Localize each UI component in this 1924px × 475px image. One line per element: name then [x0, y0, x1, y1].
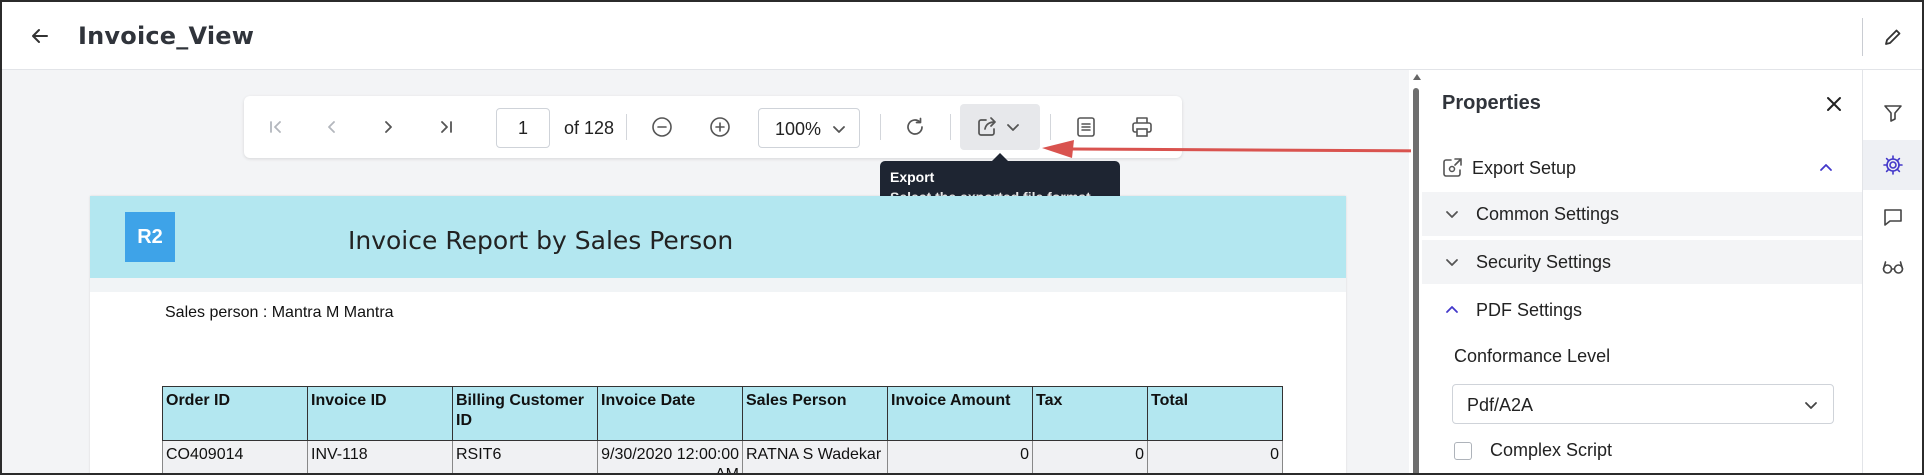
tooltip-title: Export	[890, 169, 935, 185]
chevron-up-icon	[1820, 164, 1832, 171]
next-page-icon	[385, 121, 392, 133]
last-page-icon	[441, 121, 452, 133]
chevron-down-icon	[1446, 259, 1458, 266]
column-header: Invoice ID	[307, 386, 453, 441]
back-button[interactable]	[26, 22, 54, 50]
report-logo: R2	[125, 212, 175, 262]
common-settings-section[interactable]: Common Settings	[1422, 192, 1862, 236]
complex-script-checkbox[interactable]	[1454, 442, 1472, 460]
zoom-in-icon	[710, 117, 730, 137]
zoom-out-button[interactable]	[642, 108, 682, 146]
conformance-level-label: Conformance Level	[1454, 346, 1611, 366]
prev-page-button[interactable]	[312, 108, 352, 146]
report-header-banner: R2 Invoice Report by Sales Person	[90, 196, 1346, 278]
table-cell: RATNA S Wadekar	[742, 440, 888, 473]
chevron-down-icon	[833, 126, 845, 133]
column-header: Total	[1147, 386, 1283, 441]
scrollbar-thumb[interactable]	[1413, 88, 1419, 473]
pdf-settings-section[interactable]: PDF Settings	[1422, 288, 1862, 332]
comments-button[interactable]	[1863, 192, 1922, 242]
chevron-down-icon	[1007, 124, 1019, 131]
close-icon	[1827, 97, 1841, 111]
table-row: CO409014 INV-118 RSIT6 9/30/2020 12:00:0…	[162, 440, 1283, 473]
column-header: Order ID	[162, 386, 308, 441]
complex-script-label: Complex Script	[1490, 440, 1613, 460]
tooltip-arrow	[992, 153, 1008, 161]
toolbar-divider	[1050, 114, 1051, 140]
report-spacer	[90, 278, 1346, 292]
edit-button[interactable]	[1880, 24, 1906, 50]
sales-person-label: Sales person : Mantra M Mantra	[165, 304, 394, 321]
refresh-button[interactable]	[895, 108, 935, 146]
toolbar-divider	[626, 114, 627, 140]
column-header: Billing Customer ID	[452, 386, 598, 441]
app-window: Invoice_View 1 of 128 100% Export R2 Inv…	[0, 0, 1924, 475]
next-page-button[interactable]	[368, 108, 408, 146]
comment-icon	[1884, 209, 1902, 226]
properties-button[interactable]	[1863, 140, 1922, 190]
export-setup-label: Export Setup	[1472, 158, 1577, 178]
pencil-icon	[1885, 29, 1901, 45]
toolbar-divider	[950, 114, 951, 140]
first-page-icon	[270, 121, 281, 133]
conformance-level-select[interactable]: Pdf/A2A	[1452, 384, 1834, 424]
chevron-down-icon	[1446, 211, 1458, 218]
glasses-icon	[1882, 261, 1904, 274]
zoom-select[interactable]: 100%	[758, 108, 860, 148]
prev-page-icon	[328, 121, 335, 133]
report-page: R2 Invoice Report by Sales Person Sales …	[90, 196, 1346, 473]
properties-panel: Properties Export Setup Common Settings …	[1422, 74, 1862, 473]
export-icon	[978, 117, 996, 136]
print-icon	[1132, 117, 1152, 137]
toolbar-divider	[880, 114, 881, 140]
table-cell: 0	[1147, 440, 1283, 473]
security-settings-label: Security Settings	[1476, 252, 1612, 272]
security-settings-section[interactable]: Security Settings	[1422, 240, 1862, 284]
right-icon-rail	[1862, 70, 1922, 473]
header-divider	[1862, 18, 1863, 56]
page-number-input[interactable]: 1	[496, 108, 550, 148]
last-page-button[interactable]	[426, 108, 466, 146]
first-page-button[interactable]	[256, 108, 296, 146]
arrow-left-icon	[32, 29, 48, 43]
filter-icon	[1884, 105, 1902, 122]
chevron-down-icon	[1805, 402, 1817, 409]
properties-title: Properties	[1442, 92, 1541, 114]
conformance-level-value: Pdf/A2A	[1467, 395, 1534, 415]
zoom-out-icon	[652, 117, 672, 137]
chevron-up-icon	[1446, 306, 1458, 313]
page-count-label: of 128	[564, 118, 615, 138]
preview-button[interactable]	[1863, 242, 1922, 292]
export-setup-section[interactable]: Export Setup	[1422, 148, 1862, 190]
export-button[interactable]	[960, 104, 1040, 150]
scroll-up-arrow[interactable]	[1413, 74, 1421, 80]
refresh-icon	[907, 117, 923, 135]
table-cell: 9/30/2020 12:00:00 AM	[597, 440, 743, 473]
export-setup-icon	[1443, 158, 1462, 177]
filter-button[interactable]	[1863, 88, 1922, 138]
common-settings-label: Common Settings	[1476, 204, 1620, 224]
report-title: Invoice Report by Sales Person	[348, 226, 734, 255]
column-header: Sales Person	[742, 386, 888, 441]
close-properties-button[interactable]	[1820, 90, 1848, 118]
app-header: Invoice_View	[2, 2, 1922, 70]
table-cell: 0	[887, 440, 1033, 473]
table-cell: RSIT6	[452, 440, 598, 473]
pdf-settings-label: PDF Settings	[1476, 300, 1583, 320]
annotation-arrow	[1042, 140, 1439, 158]
column-header: Invoice Date	[597, 386, 743, 441]
table-header-row: Order ID Invoice ID Billing Customer ID …	[162, 386, 1283, 441]
page-title: Invoice_View	[78, 22, 255, 50]
zoom-in-button[interactable]	[700, 108, 740, 146]
table-cell: 0	[1032, 440, 1148, 473]
table-cell: INV-118	[307, 440, 453, 473]
invoice-table: Order ID Invoice ID Billing Customer ID …	[162, 386, 1283, 473]
document-icon	[1077, 117, 1095, 137]
table-cell: CO409014	[162, 440, 308, 473]
gear-icon	[1883, 155, 1903, 175]
column-header: Invoice Amount	[887, 386, 1033, 441]
column-header: Tax	[1032, 386, 1148, 441]
zoom-value: 100%	[775, 119, 822, 139]
